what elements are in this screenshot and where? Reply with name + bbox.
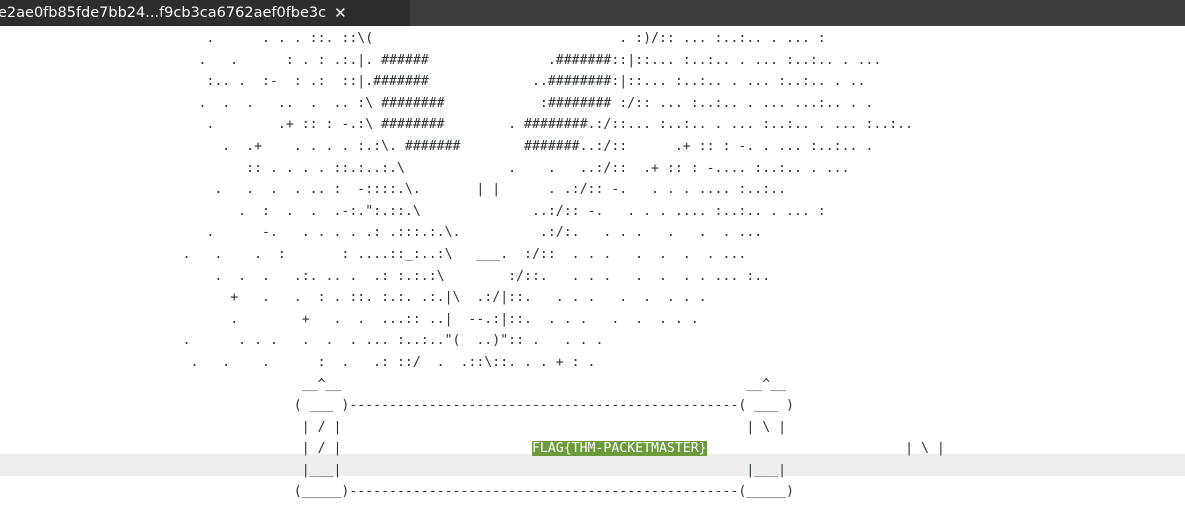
- art-line: . . . . .. : -::::.\. | | . .:/:: -. . .…: [0, 182, 787, 198]
- art-line: . . : . : .:.|. ###### .#######::|::... …: [0, 52, 882, 68]
- flag-text-selection[interactable]: FLAG{THM-PACKETMASTER}: [531, 441, 707, 457]
- art-line: (_____)---------------------------------…: [0, 484, 794, 500]
- art-line: :.. . :- : .: ::|.####### ..########:|::…: [0, 74, 866, 90]
- tab-bar: e2ae0fb85fde7bb24...f9cb3ca6762aef0fbe3c…: [0, 0, 1185, 26]
- art-line: . : . . .-:.":.::.\ ..:/:: -. . . . ....…: [0, 203, 826, 219]
- art-line: + . . : . ::. :.:. .:.|\ .:/|::. . . . .…: [0, 290, 707, 306]
- art-line: __^__ __^__: [0, 376, 787, 392]
- art-line: . -. . . . . .: .:::.:.\. .:/:. . . . . …: [0, 225, 763, 241]
- art-line: . . . : : ....::_:..:\ ___. :/:: . . . .…: [0, 246, 747, 262]
- art-line: . . . .:. .. . .: :.:.:\ :/::. . . . . .…: [0, 268, 771, 284]
- art-line: . .+ . . . . :.:\. ####### #######..:/::…: [0, 138, 874, 154]
- close-icon[interactable]: ✕: [334, 4, 347, 22]
- active-file-tab[interactable]: e2ae0fb85fde7bb24...f9cb3ca6762aef0fbe3c…: [0, 0, 410, 26]
- art-line: . . . : . .: ::/ . .::\::. . . + : .: [0, 354, 596, 370]
- art-line: . . . . . . . ... :..:.."( ..)":: . . . …: [0, 333, 604, 349]
- art-line: . . . . ::. ::\( . :)/:: ... :..:.. . ..…: [0, 31, 826, 46]
- art-line: | / | | \ |: [0, 419, 787, 435]
- art-line: :: . . . . ::.:..:.\ . . ..:/:: .+ :: : …: [0, 160, 850, 176]
- art-line: . . . .. . .. :\ ######## :######## :/::…: [0, 95, 874, 111]
- tab-title[interactable]: e2ae0fb85fde7bb24...f9cb3ca6762aef0fbe3c: [0, 5, 326, 21]
- ascii-art-text: . . . . ::. ::\( . :)/:: ... :..:.. . ..…: [0, 28, 945, 503]
- flag-line-suffix: | \ |: [706, 441, 945, 457]
- art-line: . .+ :: : -.:\ ######## . ########.:/::.…: [0, 117, 914, 133]
- flag-line-prefix: | / |: [0, 441, 532, 457]
- art-line: |___| |___|: [0, 462, 787, 478]
- text-editor[interactable]: . . . . ::. ::\( . :)/:: ... :..:.. . ..…: [0, 26, 1185, 513]
- art-line: . + . . ...:: ..| --.:|::. . . . . . . .…: [0, 311, 699, 327]
- art-line: ( ___ )---------------------------------…: [0, 398, 794, 414]
